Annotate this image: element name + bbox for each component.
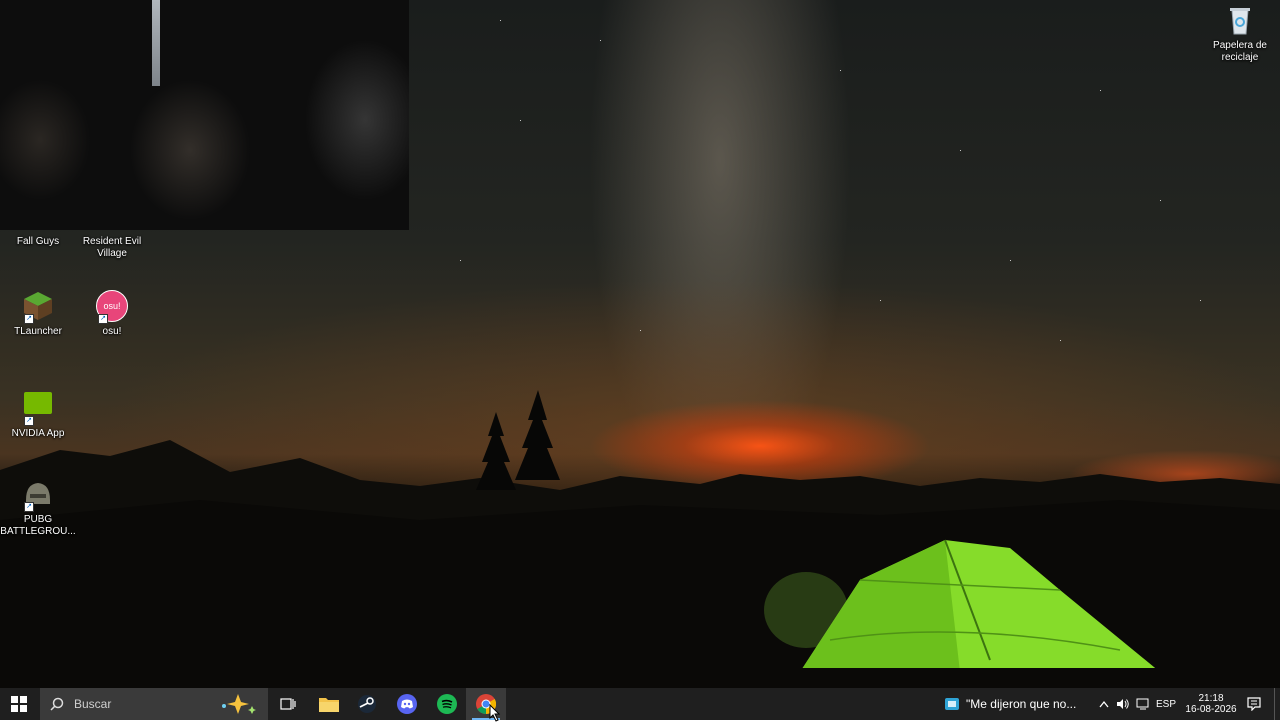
taskbar-app-discord[interactable] [388,688,426,720]
desktop-icon-tlauncher[interactable]: ↗ TLauncher [0,290,76,338]
clock-date: 16-08-2026 [1185,704,1237,715]
network-icon [1136,698,1149,710]
search-box[interactable]: Buscar [40,688,268,720]
pubg-icon: ↗ [22,478,54,512]
language-indicator[interactable]: ESP [1154,688,1178,720]
notification-center-icon [1247,697,1261,711]
desktop-icon-label: osu! [102,326,122,337]
desktop-icon-osu[interactable]: osu! ↗ osu! [74,290,150,338]
desktop-icon-nvidia-app[interactable]: ↗ NVIDIA App [0,388,76,440]
desktop-icon-label: Resident Evil Village [82,236,142,259]
network-button[interactable] [1134,688,1152,720]
clock[interactable]: 21:18 16-08-2026 [1182,688,1240,720]
osu-icon: osu! ↗ [96,290,128,324]
recycle-bin-icon [1224,4,1256,36]
task-view-icon [280,698,296,710]
volume-icon [1117,699,1129,709]
spotify-icon [437,694,457,714]
start-button[interactable] [0,688,38,720]
show-hidden-icons-button[interactable] [1096,688,1112,720]
discord-icon [397,694,417,714]
fall-guys-icon [22,200,54,232]
nvidia-icon: ↗ [22,392,54,426]
desktop-icon-pubg[interactable]: ↗ PUBG BATTLEGROU... [0,478,76,538]
windows-logo-icon [11,696,27,712]
taskbar-app-spotify[interactable] [428,688,466,720]
desktop[interactable]: Fall Guys Resident Evil Village ↗ TLaunc… [0,0,1280,688]
folder-icon [319,698,339,712]
desktop-icon-label: NVIDIA App [11,428,65,439]
steam-icon [358,695,376,713]
taskbar-app-steam[interactable] [348,688,386,720]
search-icon [50,697,64,711]
show-desktop-button[interactable] [1274,688,1280,720]
clock-time: 21:18 [1198,693,1224,704]
task-view-button[interactable] [272,688,304,720]
notifications-button[interactable] [1240,688,1268,720]
desktop-icon-label: PUBG BATTLEGROU... [0,514,76,537]
taskbar: Buscar "Me dijeron que no... ESP 21:18 1… [0,688,1280,722]
search-placeholder: Buscar [74,697,112,711]
volume-button[interactable] [1114,688,1132,720]
desktop-icon-label: Papelera de reciclaje [1213,40,1267,63]
media-app-icon [945,698,959,710]
desktop-icon-recycle-bin[interactable]: Papelera de reciclaje [1202,4,1278,64]
desktop-icon-label: TLauncher [14,326,62,337]
resident-evil-icon [96,200,128,232]
mouse-cursor-icon [489,704,501,722]
webcam-overlay [0,0,409,230]
chevron-up-icon [1099,700,1109,708]
desktop-icon-fall-guys[interactable]: Fall Guys [0,200,76,248]
desktop-icon-resident-evil-village[interactable]: Resident Evil Village [74,200,150,260]
media-title: "Me dijeron que no... [966,697,1077,711]
tlauncher-icon: ↗ [22,290,54,324]
language-label: ESP [1155,698,1176,710]
search-highlight-icon [222,694,256,714]
taskbar-app-file-explorer[interactable] [310,688,348,720]
media-widget[interactable]: "Me dijeron que no... [944,688,1084,720]
desktop-icon-label: Fall Guys [16,236,60,247]
